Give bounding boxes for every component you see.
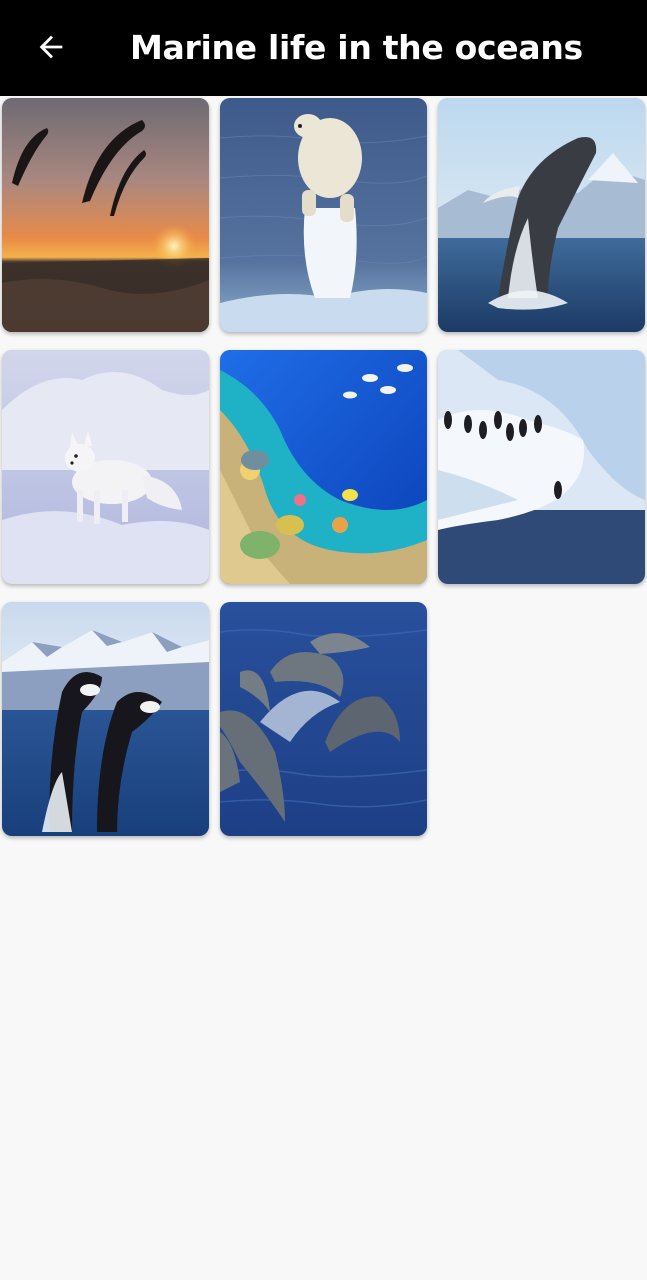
- penguins-image: [438, 350, 645, 584]
- image-grid: [0, 96, 647, 856]
- coral-reef-image: [220, 350, 427, 584]
- arrow-left-icon: [39, 35, 63, 59]
- image-tile-arctic-fox[interactable]: [2, 350, 209, 584]
- image-tile-penguins[interactable]: [438, 350, 645, 584]
- dolphin-sunset-image: [2, 98, 209, 332]
- back-button[interactable]: [26, 22, 76, 72]
- image-tile-dolphins[interactable]: [220, 602, 427, 836]
- image-tile-humpback-whale[interactable]: [438, 98, 645, 332]
- image-tile-polar-bear[interactable]: [220, 98, 427, 332]
- arctic-fox-image: [2, 350, 209, 584]
- humpback-whale-image: [438, 98, 645, 332]
- dolphins-image: [220, 602, 427, 836]
- image-tile-dolphin-sunset[interactable]: [2, 98, 209, 332]
- image-tile-coral-reef[interactable]: [220, 350, 427, 584]
- app-bar: Marine life in the oceans: [0, 0, 647, 96]
- orcas-image: [2, 602, 209, 836]
- page-title: Marine life in the oceans: [130, 28, 583, 67]
- image-tile-orcas[interactable]: [2, 602, 209, 836]
- polar-bear-image: [220, 98, 427, 332]
